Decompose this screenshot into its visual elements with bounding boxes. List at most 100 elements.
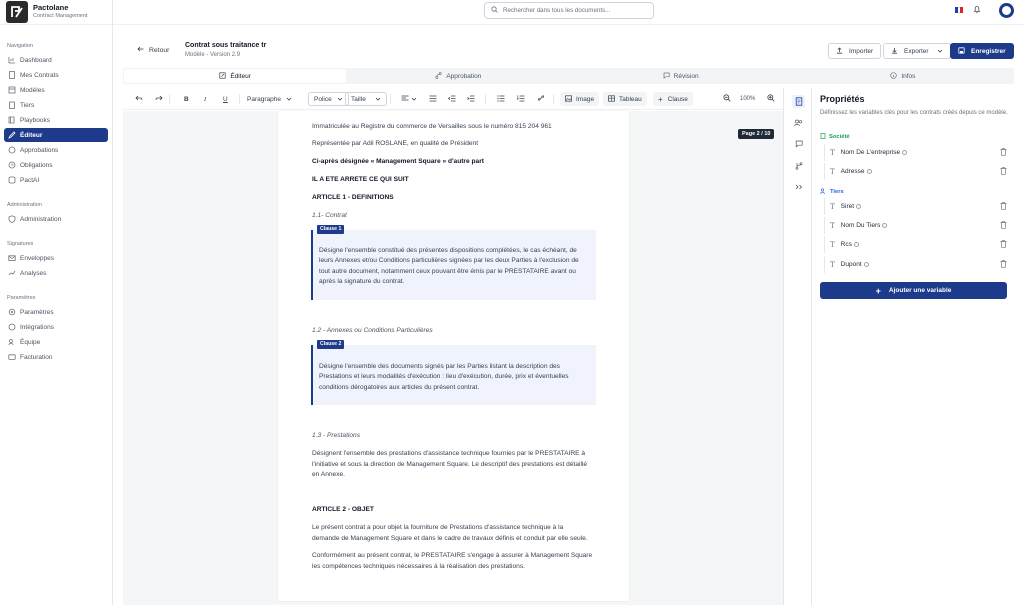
add-variable-button[interactable]: + Ajouter une variable (820, 282, 1007, 299)
outdent-button[interactable] (445, 92, 459, 106)
doc-paragraph[interactable]: Ci-après désignée « Management Square » … (312, 157, 484, 168)
variable-row[interactable]: T Siret (824, 198, 1007, 215)
tab-infos[interactable]: Infos (792, 68, 1014, 84)
import-button[interactable]: Importer (828, 43, 882, 59)
doc-paragraph[interactable]: Conformément au présent contrat, le PRES… (312, 551, 592, 562)
numbered-list-button[interactable] (514, 92, 528, 106)
sidebar-item-pactai[interactable]: PactAI (4, 173, 108, 187)
redo-button[interactable] (152, 92, 166, 106)
doc-paragraph[interactable]: Désignent l'ensemble des prestations d'a… (312, 449, 585, 460)
avatar[interactable] (999, 3, 1014, 18)
underline-button[interactable]: U (220, 92, 231, 106)
properties-panel: Propriétés Définissez les variables clés… (812, 88, 1024, 605)
tab-editeur[interactable]: Éditeur (124, 69, 347, 83)
trash-icon[interactable] (1000, 260, 1007, 270)
undo-button[interactable] (132, 92, 146, 106)
variable-row[interactable]: T Dupont (824, 256, 1007, 273)
doc-paragraph[interactable]: les compétences techniques nécessaires à… (312, 562, 525, 573)
doc-heading[interactable]: IL A ETE ARRETE CE QUI SUIT (312, 175, 409, 186)
variable-row[interactable]: T Nom Du Tiers (824, 217, 1007, 234)
trash-icon[interactable] (1000, 240, 1007, 250)
article-heading[interactable]: ARTICLE 2 - OBJET (312, 505, 374, 516)
sidebar-item-integrations[interactable]: Intégrations (4, 320, 108, 334)
italic-button[interactable]: I (201, 92, 209, 106)
subsection-heading[interactable]: 1.3 - Prestations (312, 431, 360, 442)
sidebar-item-enveloppes[interactable]: Enveloppes (4, 251, 108, 265)
sidebar-item-facturation[interactable]: Facturation (4, 350, 108, 364)
sidebar-item-equipe[interactable]: Équipe (4, 335, 108, 349)
paragraph-select[interactable]: Paragraphe (247, 92, 292, 106)
back-button[interactable]: Retour (137, 46, 169, 54)
bell-icon[interactable] (973, 5, 981, 16)
doc-paragraph[interactable]: en Annexe. (312, 470, 345, 481)
doc-paragraph[interactable]: Représentée par Adil ROSLANE, en qualité… (312, 139, 478, 150)
doc-paragraph[interactable]: Le présent contrat a pour objet la fourn… (312, 523, 563, 534)
tab-revision[interactable]: Révision (570, 68, 792, 84)
comment-icon[interactable] (792, 137, 805, 150)
bullet-list-button[interactable] (494, 92, 508, 106)
subsection-heading[interactable]: 1.2 - Annexes ou Conditions Particulière… (312, 326, 433, 337)
export-label: Exporter (904, 47, 929, 55)
clause-tag: Clause 1 (317, 225, 345, 234)
insert-image-button[interactable]: Image (560, 92, 600, 106)
doc-paragraph[interactable]: Immatriculée au Registre du commerce de … (312, 122, 552, 133)
variable-name: Siret (840, 203, 855, 210)
download-icon (891, 47, 898, 56)
bold-button[interactable]: B (181, 92, 192, 106)
sidebar-item-label: Administration (20, 215, 62, 223)
link-button[interactable] (534, 92, 548, 106)
line-spacing-button[interactable] (426, 92, 440, 106)
sidebar-item-label: Mes Contrats (20, 71, 59, 79)
doc-paragraph[interactable]: l'initiative et sous la direction de Man… (312, 460, 587, 471)
sidebar-item-dashboard[interactable]: Dashboard (4, 53, 108, 67)
search-placeholder: Rechercher dans tous les documents... (503, 7, 611, 14)
language-flag-icon[interactable] (955, 7, 964, 13)
trash-icon[interactable] (1000, 167, 1007, 177)
sidebar-item-approbations[interactable]: Approbations (4, 143, 108, 157)
clause-block[interactable]: Clause 2 Désigne l'ensemble des document… (311, 340, 596, 405)
doc-paragraph[interactable]: demande de Management Square et dans le … (312, 534, 588, 545)
trash-icon[interactable] (1000, 148, 1007, 158)
insert-clause-button[interactable]: + Clause (653, 92, 693, 106)
sidebar-item-label: Analyses (20, 269, 47, 277)
tab-approbation[interactable]: Approbation (347, 68, 569, 84)
zoom-out-button[interactable] (720, 92, 734, 106)
variable-name: Nom Du Tiers (840, 222, 881, 229)
trash-icon[interactable] (1000, 202, 1007, 212)
zoom-out-icon (723, 94, 731, 104)
sidebar-item-mes-contrats[interactable]: Mes Contrats (4, 68, 108, 82)
users-icon[interactable] (792, 116, 805, 129)
size-select[interactable]: Taille (345, 92, 387, 106)
sidebar-item-obligations[interactable]: Obligations (4, 158, 108, 172)
trash-icon[interactable] (1000, 221, 1007, 231)
sidebar-item-tiers[interactable]: Tiers (4, 98, 108, 112)
sidebar-item-parametres[interactable]: Paramètres (4, 305, 108, 319)
zoom-in-button[interactable] (764, 92, 778, 106)
clock-icon (7, 161, 16, 170)
search-input[interactable]: Rechercher dans tous les documents... (484, 2, 654, 19)
tab-label: Infos (901, 72, 916, 80)
article-heading[interactable]: ARTICLE 1 - DEFINITIONS (312, 193, 394, 204)
variable-row[interactable]: T Adresse (824, 163, 1007, 180)
save-button[interactable]: Enregistrer (950, 43, 1014, 59)
font-select[interactable]: Police (308, 92, 349, 106)
branch-icon[interactable] (792, 159, 805, 172)
sidebar-item-playbooks[interactable]: Playbooks (4, 113, 108, 127)
clause-block[interactable]: Clause 1 Désigne l'ensemble constitué de… (311, 225, 596, 300)
export-button[interactable]: Exporter (883, 43, 951, 59)
sidebar-item-editeur[interactable]: Éditeur (4, 128, 108, 142)
properties-icon[interactable] (792, 95, 805, 108)
insert-table-button[interactable]: Tableau (603, 92, 647, 106)
indent-button[interactable] (464, 92, 478, 106)
message-icon (663, 72, 670, 81)
sidebar-item-administration[interactable]: Administration (4, 212, 108, 226)
variable-row[interactable]: T Rcs (824, 236, 1007, 253)
subsection-heading[interactable]: 1.1- Contrat (312, 211, 347, 222)
variable-row[interactable]: T Nom De L'entreprise (824, 144, 1007, 161)
sidebar-item-modeles[interactable]: Modèles (4, 83, 108, 97)
align-select[interactable] (398, 92, 420, 106)
shield-icon (7, 215, 16, 224)
zoom-in-icon (767, 94, 775, 104)
sidebar-item-analyses[interactable]: Analyses (4, 266, 108, 280)
chevrons-right-icon[interactable] (792, 180, 805, 193)
